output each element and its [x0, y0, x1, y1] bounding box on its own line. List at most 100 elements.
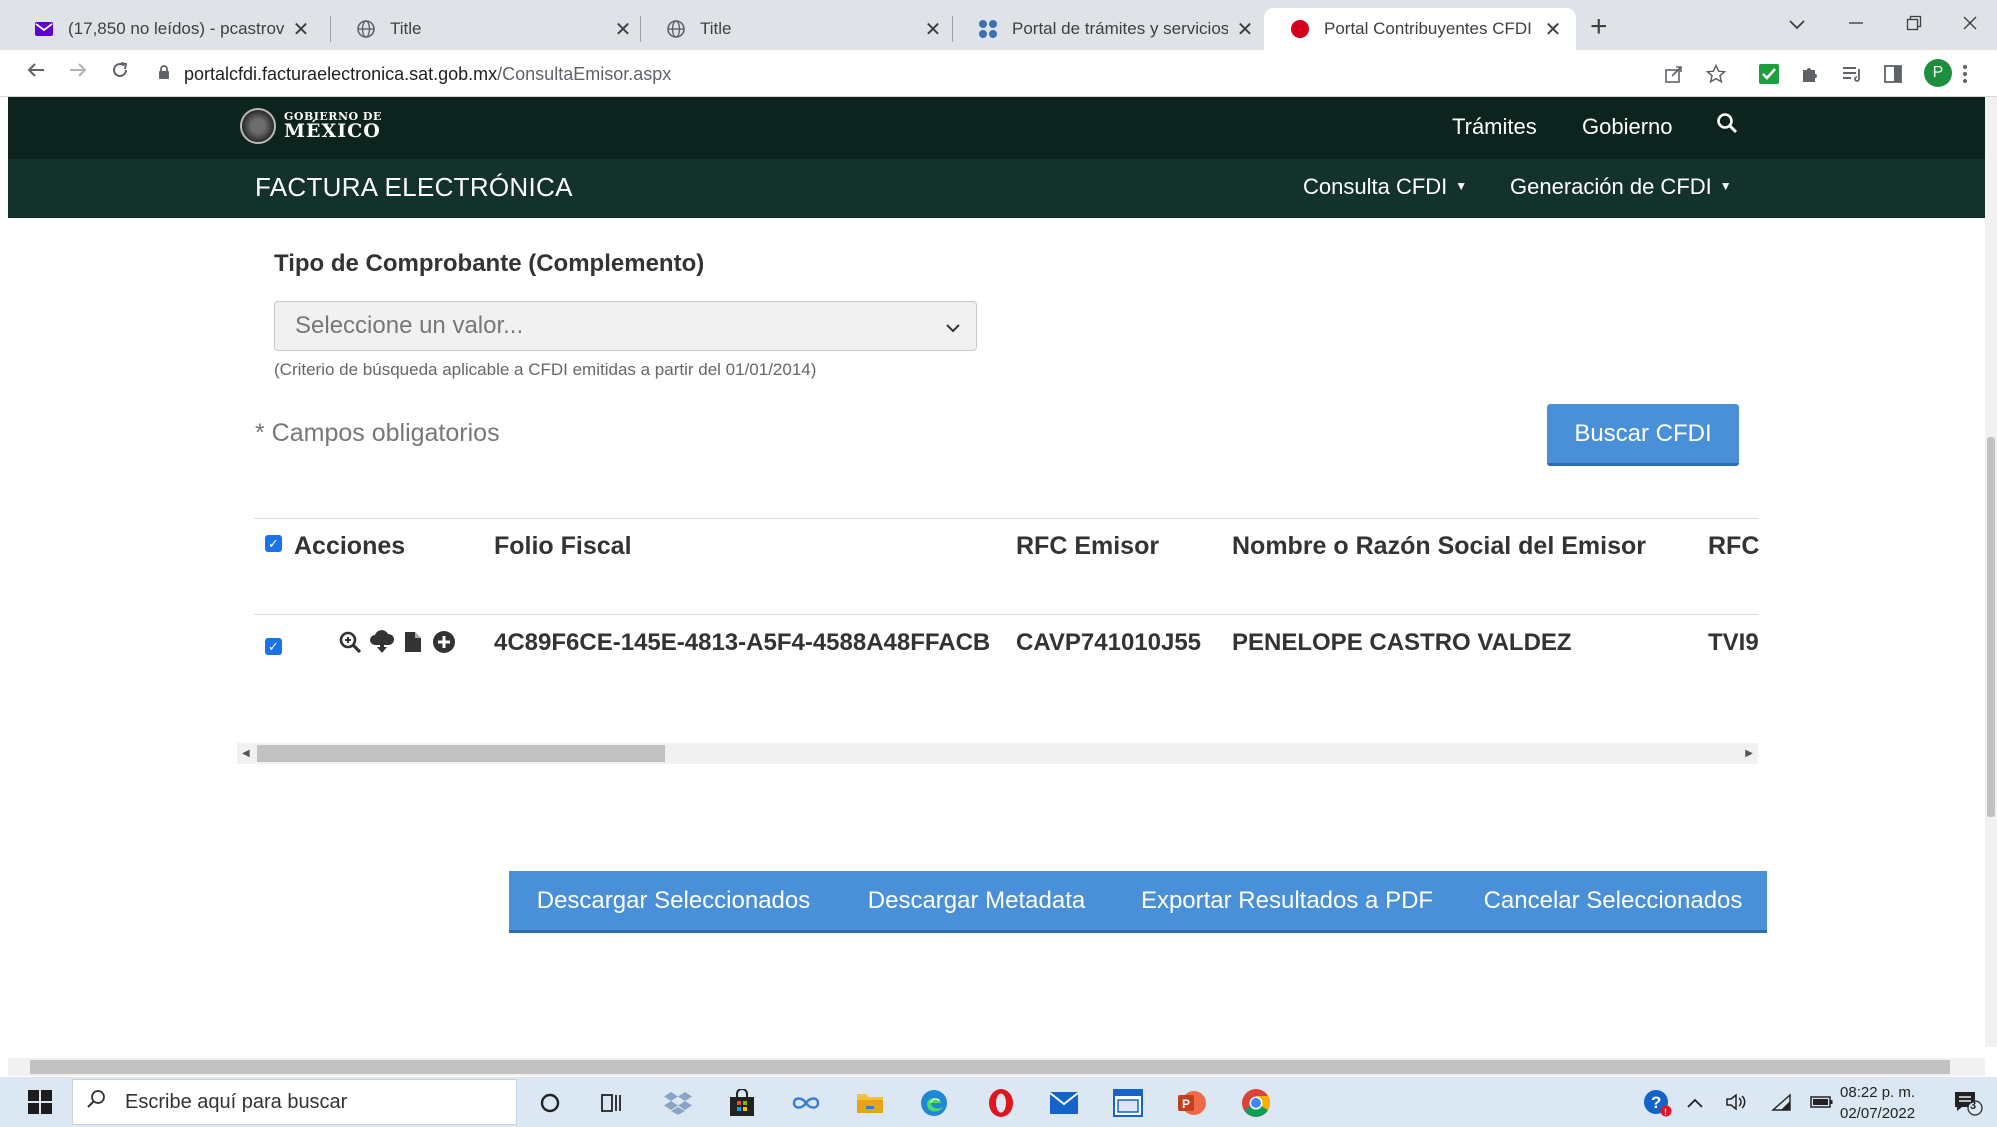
- cortana-icon[interactable]: [534, 1087, 566, 1119]
- dropbox-icon[interactable]: [662, 1087, 694, 1119]
- table-top-border: [254, 518, 1758, 519]
- nav-link-tramites[interactable]: Trámites: [1452, 114, 1537, 140]
- required-fields-note: * Campos obligatorios: [255, 419, 500, 447]
- menu-label: Generación de CFDI: [1510, 174, 1712, 199]
- scrollbar-thumb[interactable]: [30, 1060, 1950, 1074]
- tipo-comprobante-select[interactable]: Seleccione un valor...: [274, 301, 977, 351]
- nav-link-gobierno[interactable]: Gobierno: [1582, 114, 1673, 140]
- taskbar-search-box[interactable]: Escribe aquí para buscar: [72, 1079, 517, 1125]
- menu-kebab-icon[interactable]: [1962, 60, 1968, 88]
- table-horizontal-scrollbar[interactable]: ◀ ▶: [237, 743, 1758, 764]
- reading-list-icon[interactable]: [1842, 60, 1862, 88]
- notifications-icon[interactable]: 3: [1953, 1090, 1983, 1121]
- cloud-download-icon[interactable]: [369, 629, 395, 655]
- task-view-icon[interactable]: [596, 1087, 628, 1119]
- row-checkbox[interactable]: ✓: [265, 638, 282, 655]
- globe-icon: [666, 19, 686, 39]
- tipo-comprobante-label: Tipo de Comprobante (Complemento): [274, 250, 705, 277]
- browser-tab-strip: (17,850 no leídos) - pcastrov@ya ✕ Title…: [0, 0, 1997, 50]
- opera-icon[interactable]: [985, 1087, 1017, 1119]
- tab-portal-cfdi[interactable]: Portal Contribuyentes CFDI | Busc ✕: [1264, 8, 1576, 50]
- header-folio-fiscal[interactable]: Folio Fiscal: [494, 532, 632, 561]
- close-window-icon[interactable]: [1962, 6, 1978, 44]
- extensions-puzzle-icon[interactable]: [1800, 60, 1820, 88]
- svg-text:?: ?: [1651, 1093, 1661, 1112]
- select-value: Seleccione un valor...: [295, 312, 524, 339]
- select-all-checkbox[interactable]: ✓: [265, 535, 282, 552]
- descargar-metadata-button[interactable]: Descargar Metadata: [838, 871, 1115, 933]
- back-icon[interactable]: [26, 58, 46, 88]
- tab-title-2[interactable]: Title ✕: [640, 8, 956, 50]
- scroll-left-arrow-icon[interactable]: ◀: [242, 745, 250, 762]
- menu-generacion-cfdi[interactable]: Generación de CFDI ▼: [1510, 174, 1732, 200]
- volume-icon[interactable]: [1726, 1093, 1748, 1116]
- system-clock[interactable]: 08:22 p. m. 02/07/2022: [1840, 1082, 1915, 1124]
- new-tab-button[interactable]: +: [1590, 8, 1608, 46]
- windows-start-icon[interactable]: [28, 1090, 52, 1114]
- tab-sat-tramites[interactable]: Portal de trámites y servicios - SA ✕: [952, 8, 1268, 50]
- site-title[interactable]: FACTURA ELECTRÓNICA: [255, 172, 573, 203]
- reload-icon[interactable]: [110, 58, 130, 88]
- search-icon[interactable]: [1716, 112, 1738, 139]
- logo-big-text: MÉXICO: [284, 120, 381, 142]
- tab-yahoo-mail[interactable]: (17,850 no leídos) - pcastrov@ya ✕: [8, 8, 324, 50]
- help-icon[interactable]: ?!: [1642, 1088, 1672, 1123]
- header-acciones: Acciones: [294, 532, 406, 560]
- file-explorer-icon[interactable]: [854, 1087, 886, 1119]
- tab-title: Title: [390, 19, 422, 38]
- close-icon[interactable]: ✕: [922, 17, 944, 42]
- battery-icon[interactable]: [1810, 1093, 1834, 1114]
- gobierno-logo[interactable]: GOBIERNO DE MÉXICO: [240, 108, 382, 144]
- header-rfc-receptor[interactable]: RFC: [1708, 532, 1759, 561]
- close-icon[interactable]: ✕: [1234, 17, 1256, 42]
- side-panel-icon[interactable]: [1884, 60, 1902, 88]
- exportar-pdf-button[interactable]: Exportar Resultados a PDF: [1115, 871, 1459, 933]
- page-vertical-scrollbar[interactable]: [1985, 97, 1997, 1047]
- page-horizontal-scrollbar[interactable]: [8, 1058, 1985, 1076]
- mail-app-icon[interactable]: [1048, 1087, 1080, 1119]
- scrollbar-thumb[interactable]: [257, 745, 665, 762]
- scrollbar-thumb[interactable]: [1987, 437, 1995, 817]
- window-app-icon[interactable]: [1112, 1087, 1144, 1119]
- close-icon[interactable]: ✕: [612, 17, 634, 42]
- scroll-right-arrow-icon[interactable]: ▶: [1745, 745, 1753, 762]
- tab-title-1[interactable]: Title ✕: [330, 8, 646, 50]
- forward-icon[interactable]: [68, 58, 88, 88]
- header-nombre-emisor[interactable]: Nombre o Razón Social del Emisor: [1232, 532, 1646, 561]
- infinity-app-icon[interactable]: [790, 1087, 822, 1119]
- url-host: portalcfdi.facturaelectronica.sat.gob.mx: [184, 63, 498, 84]
- descargar-seleccionados-button[interactable]: Descargar Seleccionados: [509, 871, 838, 933]
- profile-avatar[interactable]: P: [1924, 59, 1952, 87]
- notification-count: 3: [1970, 1100, 1977, 1112]
- minimize-icon[interactable]: [1848, 6, 1864, 44]
- edge-icon[interactable]: [918, 1087, 950, 1119]
- buscar-cfdi-button[interactable]: Buscar CFDI: [1547, 404, 1739, 466]
- bookmark-star-icon[interactable]: [1706, 60, 1726, 88]
- tab-title: Portal de trámites y servicios - SA: [1012, 19, 1228, 38]
- seal-icon: [240, 108, 276, 144]
- share-icon[interactable]: [1664, 60, 1684, 88]
- url-field[interactable]: portalcfdi.facturaelectronica.sat.gob.mx…: [158, 58, 1678, 90]
- red-dot-icon: [1290, 19, 1310, 39]
- tab-search-icon[interactable]: [1788, 6, 1806, 44]
- caret-down-icon: ▼: [1719, 179, 1732, 193]
- store-icon[interactable]: [726, 1087, 758, 1119]
- document-icon[interactable]: [400, 629, 426, 655]
- wifi-icon[interactable]: [1770, 1093, 1792, 1116]
- close-icon[interactable]: ✕: [1542, 17, 1564, 42]
- menu-consulta-cfdi[interactable]: Consulta CFDI ▼: [1303, 174, 1467, 200]
- cancelar-seleccionados-button[interactable]: Cancelar Seleccionados: [1459, 871, 1767, 933]
- header-rfc-emisor[interactable]: RFC Emisor: [1016, 532, 1159, 561]
- powerpoint-icon[interactable]: P: [1176, 1087, 1208, 1119]
- view-details-icon[interactable]: [337, 629, 363, 655]
- clock-time: 08:22 p. m.: [1840, 1084, 1916, 1101]
- restore-icon[interactable]: [1906, 6, 1922, 44]
- sat-icon: [978, 19, 998, 39]
- chrome-icon[interactable]: [1240, 1087, 1272, 1119]
- tray-chevron-up-icon[interactable]: [1686, 1093, 1704, 1114]
- svg-text:!: !: [1664, 1107, 1667, 1117]
- plus-circle-icon[interactable]: [431, 629, 457, 655]
- close-icon[interactable]: ✕: [290, 17, 312, 42]
- tab-title: (17,850 no leídos) - pcastrov@ya: [68, 19, 284, 38]
- extension-check-icon[interactable]: [1758, 60, 1780, 88]
